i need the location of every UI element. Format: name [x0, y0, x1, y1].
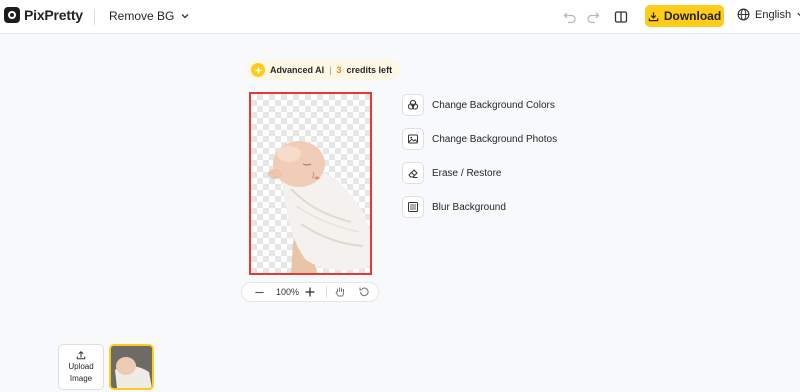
option-label: Erase / Restore — [432, 167, 502, 179]
eraser-icon — [402, 162, 424, 184]
tool-selector-label: Remove BG — [109, 9, 175, 23]
option-label: Blur Background — [432, 201, 506, 213]
option-erase-restore[interactable]: Erase / Restore — [402, 162, 501, 184]
credits-suffix: credits left — [346, 65, 393, 75]
option-change-background-colors[interactable]: Change Background Colors — [402, 94, 555, 116]
chevron-down-icon — [181, 14, 189, 19]
palette-icon — [402, 94, 424, 116]
image-thumbnail[interactable] — [109, 344, 154, 390]
upload-image-button[interactable]: Upload Image — [58, 344, 104, 390]
pan-hand-button[interactable] — [327, 286, 353, 298]
credits-prefix: Advanced AI — [270, 65, 325, 75]
credits-separator: | — [329, 65, 332, 75]
undo-icon[interactable] — [561, 8, 579, 26]
download-button[interactable]: Download — [645, 5, 724, 27]
zoom-toolbar: 100% — [241, 282, 379, 302]
option-blur-background[interactable]: Blur Background — [402, 196, 506, 218]
upload-label-line1: Upload — [68, 362, 94, 371]
image-canvas[interactable] — [249, 92, 372, 275]
logo-mark-icon — [4, 7, 20, 23]
hand-icon — [335, 287, 344, 297]
zoom-out-button[interactable] — [242, 287, 276, 298]
reset-button[interactable] — [353, 286, 375, 298]
language-selector[interactable]: English — [737, 8, 800, 21]
chevron-down-icon — [797, 12, 800, 17]
redo-icon[interactable] — [584, 8, 602, 26]
zoom-level: 100% — [276, 287, 300, 297]
reset-icon — [359, 287, 369, 297]
upload-icon — [76, 350, 86, 360]
top-header: PixPretty Remove BG Download English — [0, 0, 800, 34]
image-icon — [402, 128, 424, 150]
app-logo[interactable]: PixPretty — [4, 7, 83, 23]
zoom-in-button[interactable] — [298, 286, 322, 298]
download-icon — [648, 11, 659, 21]
download-label: Download — [663, 9, 722, 23]
baby-thumbnail-image — [111, 346, 152, 388]
option-label: Change Background Photos — [432, 133, 558, 145]
plus-icon — [305, 287, 315, 297]
credits-count: 3 — [336, 65, 342, 75]
sparkle-icon — [251, 63, 265, 77]
tool-selector[interactable]: Remove BG — [109, 9, 190, 23]
logo-text: PixPretty — [24, 7, 83, 23]
language-label: English — [755, 8, 792, 21]
baby-photo-cutout — [268, 141, 370, 273]
option-change-background-photos[interactable]: Change Background Photos — [402, 128, 557, 150]
minus-icon — [254, 291, 264, 293]
compare-icon[interactable] — [612, 8, 630, 26]
option-label: Change Background Colors — [432, 99, 555, 111]
globe-icon — [737, 8, 750, 21]
header-divider — [94, 9, 95, 25]
upload-label-line2: Image — [69, 374, 93, 383]
credits-badge: Advanced AI | 3 credits left — [246, 60, 401, 80]
blur-grid-icon — [402, 196, 424, 218]
